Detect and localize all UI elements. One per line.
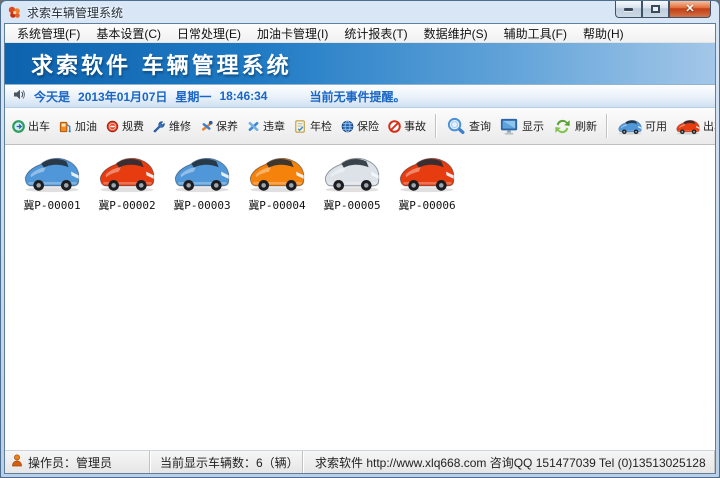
- menu-reports[interactable]: 统计报表(T): [336, 24, 415, 44]
- violation-button[interactable]: 违章: [242, 115, 289, 137]
- vehicle-item[interactable]: 冀P-00001: [17, 153, 87, 213]
- menu-fuel-card[interactable]: 加油卡管理(I): [249, 24, 336, 44]
- menu-bar: 系统管理(F) 基本设置(C) 日常处理(E) 加油卡管理(I) 统计报表(T)…: [5, 24, 715, 43]
- vehicle-item[interactable]: 冀P-00002: [92, 153, 162, 213]
- search-icon: [447, 117, 465, 134]
- vehicle-plate: 冀P-00002: [98, 199, 156, 212]
- fee-icon: [106, 120, 119, 132]
- vehicle-item[interactable]: 冀P-00005: [317, 153, 387, 213]
- window-title: 求索车辆管理系统: [27, 6, 124, 20]
- car-icon: [21, 153, 83, 193]
- current-time: 18:46:34: [219, 89, 268, 103]
- query-button[interactable]: 查询: [442, 113, 495, 140]
- fees-button[interactable]: 规费: [101, 115, 148, 137]
- car-icon: [171, 153, 233, 193]
- display-icon: [500, 118, 518, 135]
- toolbar-separator: [606, 114, 608, 138]
- operator-person-icon: [11, 454, 23, 470]
- client-area: 系统管理(F) 基本设置(C) 日常处理(E) 加油卡管理(I) 统计报表(T)…: [4, 23, 716, 474]
- vehicle-plate: 冀P-00006: [398, 199, 456, 212]
- toolbar-separator: [435, 114, 437, 138]
- menu-help[interactable]: 帮助(H): [575, 24, 632, 44]
- refresh-button[interactable]: 刷新: [548, 113, 601, 140]
- app-window: 求索车辆管理系统 ✕ 系统管理(F) 基本设置(C) 日常处理(E) 加油卡管理…: [0, 0, 720, 478]
- title-bar[interactable]: 求索车辆管理系统 ✕: [1, 1, 719, 23]
- inspection-icon: [295, 119, 305, 133]
- vehicle-item[interactable]: 冀P-00003: [167, 153, 237, 213]
- maintenance-button[interactable]: 保养: [195, 115, 242, 137]
- current-weekday: 星期一: [175, 89, 212, 104]
- refuel-button[interactable]: 加油: [54, 115, 101, 137]
- repair-icon: [153, 120, 165, 133]
- event-notice: 当前无事件提醒。: [309, 89, 406, 104]
- app-banner: 求索软件 车辆管理系统: [5, 43, 715, 85]
- display-button[interactable]: 显示: [495, 113, 548, 140]
- menu-basic-settings[interactable]: 基本设置(C): [88, 24, 169, 44]
- vehicle-item[interactable]: 冀P-00004: [242, 153, 312, 213]
- vehicle-grid: 冀P-00001 冀P-00002 冀P-00003 冀P-00004 冀P-0…: [5, 145, 715, 450]
- banner-title: 求索软件 车辆管理系统: [31, 52, 292, 79]
- car-icon: [96, 153, 158, 193]
- vehicle-plate: 冀P-00001: [23, 199, 81, 212]
- speaker-icon: [13, 88, 26, 104]
- info-bar: 今天是 2013年01月07日 星期一 18:46:34 当前无事件提醒。: [5, 85, 715, 108]
- vehicle-plate: 冀P-00005: [323, 199, 381, 212]
- depart-button[interactable]: 出车: [7, 115, 54, 137]
- menu-data-maintenance[interactable]: 数据维护(S): [416, 24, 496, 44]
- toolbar: 出车 加油 规费 维修 保养 违章 年检 保险 事故 查询 显示 刷新 可用 出: [5, 108, 715, 145]
- car-icon: [396, 153, 458, 193]
- car-icon: [246, 153, 308, 193]
- fuel-icon: [59, 121, 71, 132]
- status-vendor-info: 求索软件 http://www.xlq668.com 咨询QQ 15147703…: [303, 451, 715, 473]
- repair-button[interactable]: 维修: [148, 115, 195, 137]
- refresh-icon: [555, 119, 570, 133]
- accident-button[interactable]: 事故: [383, 115, 430, 137]
- car-icon: [617, 118, 643, 135]
- minimize-icon[interactable]: [615, 1, 642, 18]
- close-icon[interactable]: ✕: [669, 1, 711, 18]
- vehicle-plate: 冀P-00003: [173, 199, 231, 212]
- insurance-button[interactable]: 保险: [336, 115, 383, 137]
- status-vehicle-count: 当前显示车辆数：6（辆）: [150, 451, 303, 473]
- filter-out-button[interactable]: 出车: [671, 115, 715, 138]
- today-label: 今天是: [34, 89, 71, 104]
- status-operator: 操作员：管理员: [5, 451, 150, 473]
- current-date: 2013年01月07日: [78, 89, 168, 104]
- vehicle-item[interactable]: 冀P-00006: [392, 153, 462, 213]
- app-logo-icon: [7, 5, 22, 20]
- maximize-icon[interactable]: [642, 1, 669, 18]
- insurance-icon: [341, 120, 354, 132]
- car-icon: [675, 118, 701, 135]
- car-icon: [321, 153, 383, 193]
- window-controls: ✕: [615, 1, 711, 18]
- maintenance-icon: [201, 120, 213, 131]
- menu-tools[interactable]: 辅助工具(F): [496, 24, 575, 44]
- violation-icon: [248, 121, 259, 131]
- menu-system[interactable]: 系统管理(F): [9, 24, 88, 44]
- accident-icon: [388, 119, 401, 133]
- status-bar: 操作员：管理员 当前显示车辆数：6（辆） 求索软件 http://www.xlq…: [5, 450, 715, 473]
- inspection-button[interactable]: 年检: [289, 115, 336, 137]
- depart-icon: [12, 119, 25, 133]
- filter-available-button[interactable]: 可用: [613, 115, 671, 138]
- menu-daily-processing[interactable]: 日常处理(E): [169, 24, 249, 44]
- vehicle-plate: 冀P-00004: [248, 199, 306, 212]
